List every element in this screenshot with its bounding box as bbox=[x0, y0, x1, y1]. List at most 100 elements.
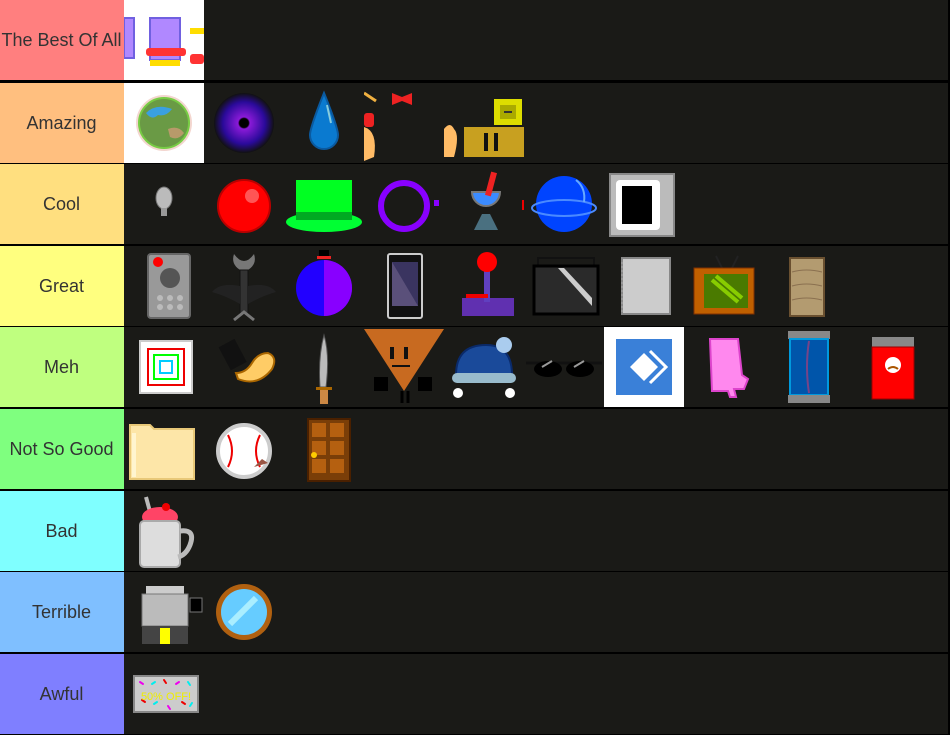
tier-items[interactable] bbox=[124, 409, 948, 489]
photo-frame-icon bbox=[609, 173, 675, 238]
tier-label[interactable]: Terrible bbox=[0, 572, 124, 653]
tier-row: Bad bbox=[0, 490, 948, 571]
tier-row: Amazing bbox=[0, 82, 948, 163]
tier-item[interactable] bbox=[364, 327, 444, 407]
tier-item[interactable] bbox=[364, 164, 444, 244]
tier-item[interactable] bbox=[684, 246, 764, 326]
tier-item[interactable] bbox=[524, 164, 604, 244]
printer-machine-icon bbox=[141, 586, 203, 645]
knife-icon bbox=[316, 333, 332, 405]
green-top-hat-icon bbox=[286, 180, 362, 233]
tier-label[interactable]: Not So Good bbox=[0, 409, 124, 489]
water-drop-icon bbox=[308, 89, 340, 150]
tier-item[interactable] bbox=[764, 246, 844, 326]
hourglass-cup-icon bbox=[470, 171, 524, 231]
alabama-map-icon bbox=[708, 338, 750, 399]
tier-items[interactable]: 50% OFF! bbox=[124, 653, 948, 734]
tier-item[interactable] bbox=[604, 246, 684, 326]
tier-item[interactable] bbox=[284, 164, 364, 244]
red-bow-character-icon bbox=[364, 91, 412, 161]
tier-label[interactable]: Great bbox=[0, 245, 124, 326]
milkshake-mug-icon bbox=[139, 496, 195, 568]
tier-row: Terrible bbox=[0, 572, 948, 653]
tier-items[interactable] bbox=[124, 327, 948, 408]
tier-item[interactable] bbox=[524, 246, 604, 326]
chocolate-door-icon bbox=[307, 418, 351, 482]
tier-item[interactable] bbox=[444, 164, 524, 244]
tier-item[interactable] bbox=[684, 327, 764, 407]
tier-item[interactable] bbox=[364, 83, 444, 163]
tier-item[interactable] bbox=[204, 164, 284, 244]
tier-item[interactable] bbox=[204, 572, 284, 652]
tier-item[interactable] bbox=[124, 82, 204, 163]
tier-item[interactable] bbox=[124, 327, 204, 407]
blue-planet-sphere-icon bbox=[531, 176, 597, 233]
light-bulb-icon bbox=[155, 186, 173, 217]
folder-icon bbox=[129, 424, 195, 480]
tier-item[interactable] bbox=[284, 83, 364, 163]
tier-item[interactable] bbox=[124, 491, 204, 571]
tier-item[interactable] bbox=[524, 327, 604, 407]
maze-icon bbox=[139, 340, 193, 395]
tier-row: The Best Of All bbox=[0, 0, 948, 80]
coupon-text: 50% OFF! bbox=[141, 691, 191, 703]
tier-items[interactable] bbox=[124, 0, 948, 80]
sunglasses-icon bbox=[526, 360, 602, 378]
tier-label[interactable]: Amazing bbox=[0, 82, 124, 163]
bean-with-top-hat-icon bbox=[218, 339, 276, 383]
blue-purple-potion-icon bbox=[296, 249, 352, 316]
tier-row: Meh bbox=[0, 327, 948, 408]
tier-item[interactable] bbox=[284, 409, 364, 489]
wooden-plank-icon bbox=[789, 256, 825, 317]
tier-row: Great bbox=[0, 245, 948, 326]
black-folder-icon bbox=[532, 256, 600, 316]
tier-item[interactable] bbox=[124, 164, 204, 244]
tier-label[interactable]: The Best Of All bbox=[0, 0, 124, 80]
retro-tv-icon bbox=[693, 255, 755, 315]
tier-item[interactable] bbox=[444, 83, 524, 163]
joystick-icon bbox=[462, 251, 514, 316]
blue-beanie-icon bbox=[452, 337, 516, 399]
tier-item[interactable] bbox=[604, 327, 684, 408]
red-ball-icon bbox=[217, 179, 271, 234]
tier-items[interactable] bbox=[124, 245, 948, 326]
earth-planet-icon bbox=[136, 94, 192, 151]
tier-label[interactable]: Meh bbox=[0, 327, 124, 408]
tier-items[interactable] bbox=[124, 164, 948, 245]
tier-item[interactable] bbox=[124, 246, 204, 326]
tier-item[interactable] bbox=[204, 327, 284, 407]
purple-ring-icon bbox=[378, 180, 439, 233]
red-can-icon bbox=[871, 337, 915, 400]
tier-label[interactable]: Bad bbox=[0, 490, 124, 571]
purple-books-with-red-scarf-icon bbox=[124, 17, 204, 66]
tier-item[interactable] bbox=[204, 83, 284, 163]
tier-item[interactable] bbox=[284, 327, 364, 407]
tier-item[interactable] bbox=[444, 246, 524, 326]
tier-item[interactable] bbox=[124, 572, 204, 652]
mirror-icon bbox=[216, 584, 272, 641]
tier-item[interactable] bbox=[444, 327, 524, 407]
dark-winged-totem-icon bbox=[212, 253, 276, 321]
notebook-icon bbox=[621, 256, 671, 315]
tier-item[interactable] bbox=[124, 409, 204, 489]
tier-label[interactable]: Awful bbox=[0, 653, 124, 734]
tier-items[interactable] bbox=[124, 490, 948, 571]
tier-item[interactable] bbox=[764, 327, 844, 407]
diamond-logo-icon bbox=[616, 339, 672, 396]
tier-item[interactable] bbox=[284, 246, 364, 326]
tier-item[interactable] bbox=[204, 246, 284, 326]
tier-item[interactable] bbox=[364, 246, 444, 326]
tier-row: Not So Good bbox=[0, 409, 948, 489]
tier-label[interactable]: Cool bbox=[0, 164, 124, 245]
tier-item[interactable] bbox=[204, 409, 284, 489]
tier-item[interactable]: 50% OFF! bbox=[124, 654, 204, 734]
golden-block-character-icon bbox=[444, 98, 524, 157]
tier-items[interactable] bbox=[124, 82, 948, 163]
tier-item[interactable] bbox=[124, 0, 204, 80]
blue-canister-icon bbox=[788, 331, 830, 404]
tier-item[interactable] bbox=[844, 327, 924, 407]
tier-items[interactable] bbox=[124, 572, 948, 653]
smartphone-icon bbox=[387, 252, 423, 319]
tier-list-board: TiERMAKER The Best Of AllAmazingCoolGrea… bbox=[0, 0, 950, 735]
tier-item[interactable] bbox=[604, 164, 684, 244]
